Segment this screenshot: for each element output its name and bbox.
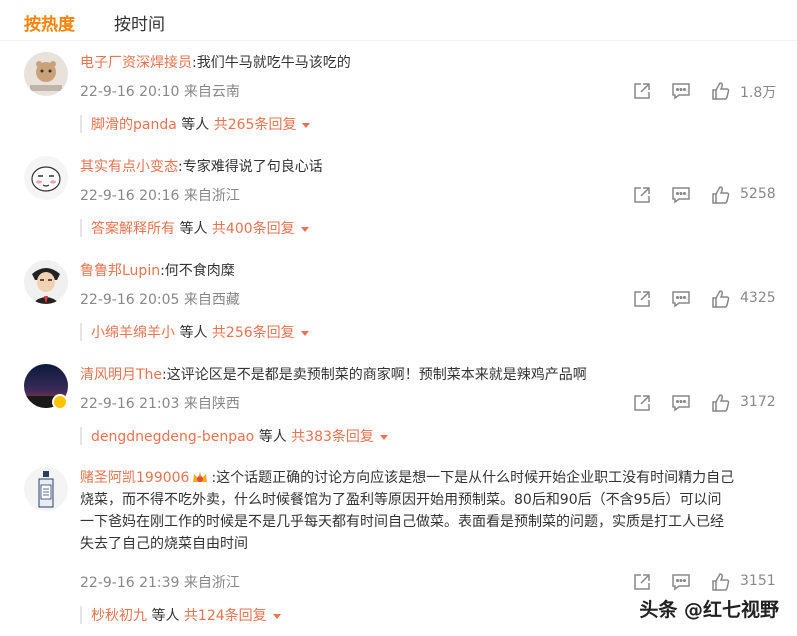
like-count: 4325 <box>740 290 776 306</box>
comment-meta: 22-9-16 21:03 来自陕西 <box>80 396 240 412</box>
share-icon[interactable] <box>632 289 652 309</box>
reply-count[interactable]: 共400条回复 <box>212 221 295 237</box>
reply-summary[interactable]: 小绵羊绵羊小 等人 共256条回复 <box>80 322 309 342</box>
like-count: 1.8万 <box>740 85 777 101</box>
reply-divider <box>80 606 82 624</box>
share-icon[interactable] <box>632 393 652 413</box>
like-icon[interactable] <box>711 572 731 592</box>
comment-actions: 1.8万 <box>632 81 782 101</box>
comment-icon[interactable] <box>671 393 691 413</box>
like-icon[interactable] <box>711 393 731 413</box>
chevron-down-icon <box>302 122 311 128</box>
comment-icon[interactable] <box>671 81 691 101</box>
avatar[interactable] <box>24 260 68 304</box>
chevron-down-icon <box>300 330 309 336</box>
like-icon[interactable] <box>711 289 731 309</box>
chevron-down-icon <box>300 226 309 232</box>
tab-divider <box>0 40 797 41</box>
reply-count[interactable]: 共256条回复 <box>212 325 295 341</box>
reply-summary[interactable]: 脚滑的panda 等人 共265条回复 <box>80 114 311 134</box>
watermark: 头条 @红七视野 <box>639 599 779 621</box>
comment-actions: 3172 <box>632 393 782 413</box>
comment-text: 清风明月The:这评论区是不是都是卖预制菜的商家啊！预制菜本来就是辣鸡产品啊 <box>80 367 587 383</box>
reply-summary[interactable]: dengdnegdeng-benpao 等人 共383条回复 <box>80 426 388 446</box>
reply-summary[interactable]: 杪秋初九 等人 共124条回复 <box>80 605 281 625</box>
comment-text: 鲁鲁邦Lupin:何不食肉糜 <box>80 263 235 279</box>
tab-by-hot[interactable]: 按热度 <box>24 10 75 35</box>
avatar[interactable] <box>24 52 68 96</box>
reply-username[interactable]: 小绵羊绵羊小 <box>91 325 175 341</box>
share-icon[interactable] <box>632 572 652 592</box>
reply-divider <box>80 115 82 133</box>
comment-actions: 5258 <box>632 185 782 205</box>
cartoon-avatar-icon <box>24 260 68 304</box>
share-icon[interactable] <box>632 185 652 205</box>
reply-count[interactable]: 共265条回复 <box>214 117 297 133</box>
comment-meta: 22-9-16 21:39 来自浙江 <box>80 575 240 591</box>
reply-count[interactable]: 共124条回复 <box>184 608 267 624</box>
comment-icon[interactable] <box>671 572 691 592</box>
comment-username[interactable]: 电子厂资深焊接员 <box>80 55 192 71</box>
comment-actions: 3151 <box>632 572 782 592</box>
comment-meta: 22-9-16 20:10 来自云南 <box>80 84 240 100</box>
tab-by-time[interactable]: 按时间 <box>114 10 165 35</box>
comment-icon[interactable] <box>671 185 691 205</box>
face-avatar-icon <box>24 156 68 200</box>
comment-username[interactable]: 赌圣阿凯199006 <box>80 470 189 486</box>
comment-text: 赌圣阿凯199006:这个话题正确的讨论方向应该是想一下是从什么时候开始企业职工… <box>80 469 735 552</box>
cat-avatar-icon <box>24 52 68 96</box>
verified-badge-icon <box>52 394 68 410</box>
reply-username[interactable]: 答案解释所有 <box>91 221 175 237</box>
comment-username[interactable]: 清风明月The <box>80 367 162 383</box>
like-icon[interactable] <box>711 185 731 205</box>
chevron-down-icon <box>272 613 281 619</box>
reply-divider <box>80 427 82 445</box>
reply-summary[interactable]: 答案解释所有 等人 共400条回复 <box>80 218 309 238</box>
reply-username[interactable]: 脚滑的panda <box>91 117 177 133</box>
comment-username[interactable]: 鲁鲁邦Lupin <box>80 263 160 279</box>
comment-icon[interactable] <box>671 289 691 309</box>
comment-actions: 4325 <box>632 289 782 309</box>
like-count: 3172 <box>740 394 776 410</box>
avatar[interactable] <box>24 156 68 200</box>
avatar[interactable] <box>24 467 68 511</box>
comment-meta: 22-9-16 20:05 来自西藏 <box>80 292 240 308</box>
like-icon[interactable] <box>711 81 731 101</box>
comment-text: 电子厂资深焊接员:我们牛马就吃牛马该吃的 <box>80 55 351 71</box>
sort-tabs: 按热度 按时间 <box>0 0 797 42</box>
reply-username[interactable]: 杪秋初九 <box>91 608 147 624</box>
reply-count[interactable]: 共383条回复 <box>291 429 374 445</box>
reply-divider <box>80 219 82 237</box>
share-icon[interactable] <box>632 81 652 101</box>
reply-username[interactable]: dengdnegdeng-benpao <box>91 429 254 445</box>
comment-username[interactable]: 其实有点小变态 <box>80 159 178 175</box>
crown-badge-icon <box>191 469 209 485</box>
reply-divider <box>80 323 82 341</box>
bottle-avatar-icon <box>24 467 68 511</box>
like-count: 5258 <box>740 186 776 202</box>
like-count: 3151 <box>740 573 776 589</box>
comment-text: 其实有点小变态:专家难得说了句良心话 <box>80 159 323 175</box>
chevron-down-icon <box>379 434 388 440</box>
comment-meta: 22-9-16 20:16 来自浙江 <box>80 188 240 204</box>
